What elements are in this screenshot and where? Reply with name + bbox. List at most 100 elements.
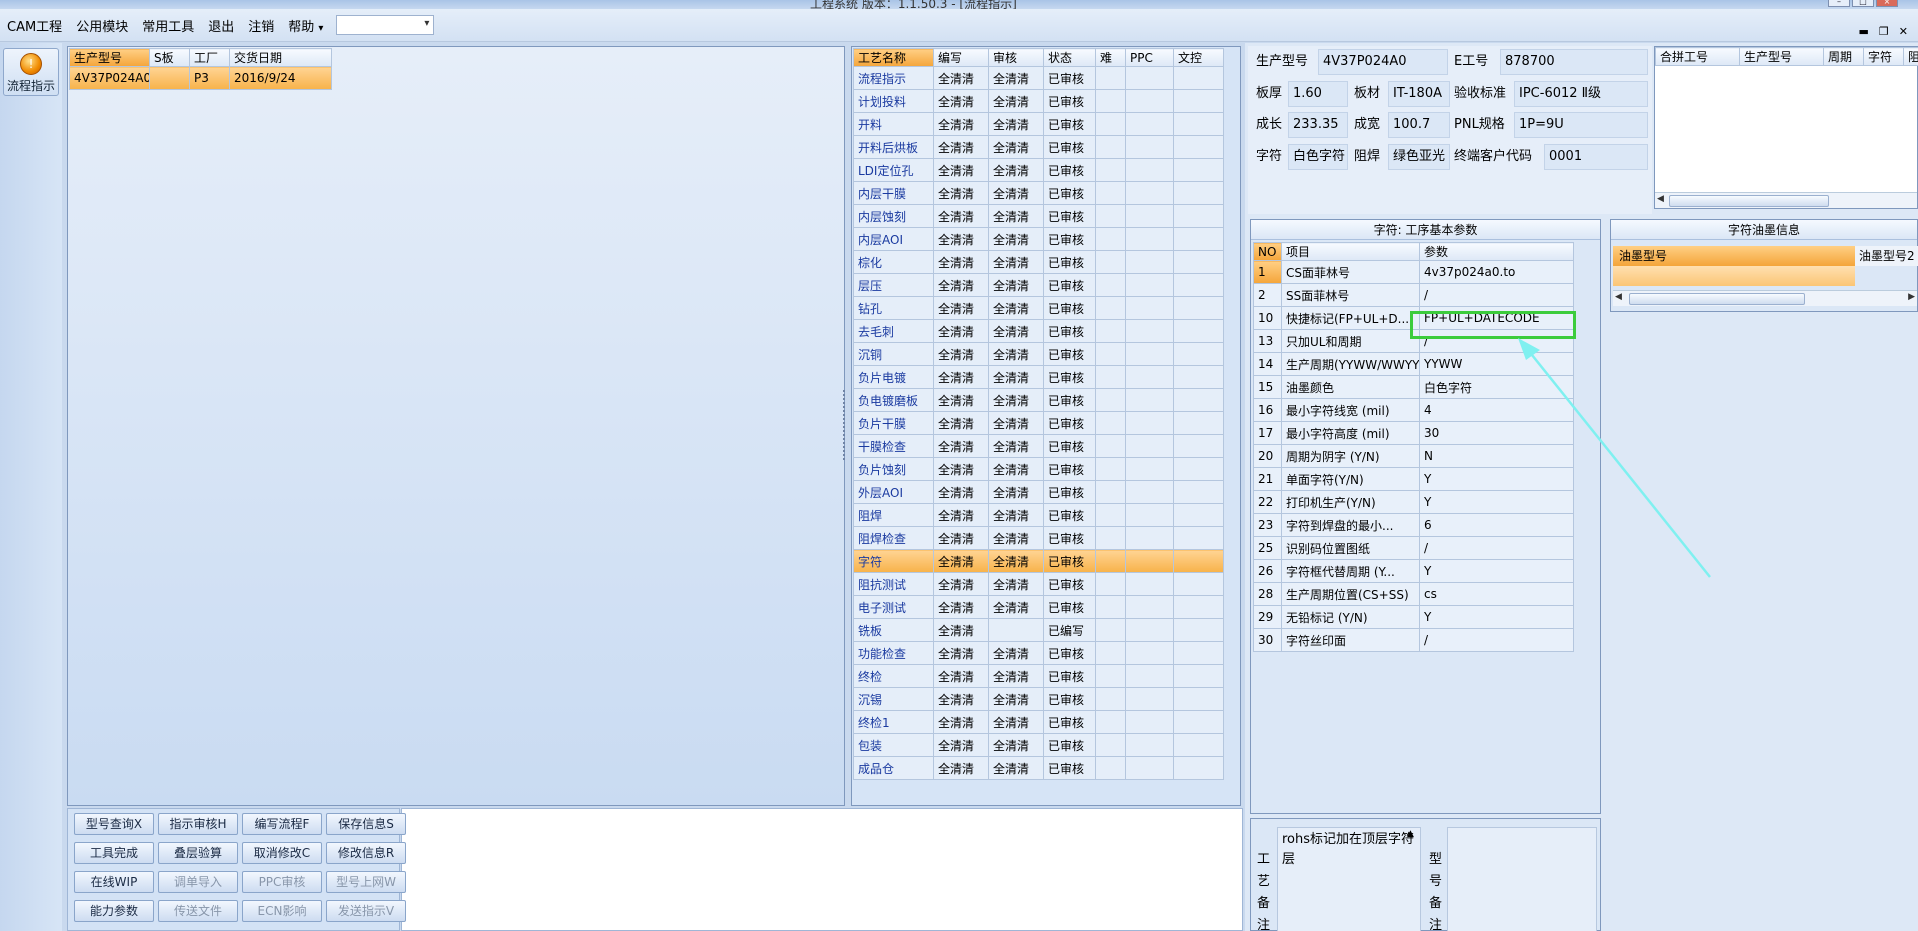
table-row[interactable]: 沉锡 全清清 全清清 已审核 — [853, 687, 1224, 711]
action-button[interactable]: 保存信息S — [326, 813, 406, 835]
col-model[interactable]: 生产型号 — [69, 48, 150, 67]
col-merge-no[interactable]: 合拼工号 — [1655, 47, 1740, 66]
col-delivery-date[interactable]: 交货日期 — [229, 48, 332, 67]
ink-scroll-thumb[interactable] — [1629, 293, 1805, 305]
menu-help[interactable]: 帮助 ▾ — [281, 16, 330, 35]
module-combo[interactable] — [336, 15, 435, 35]
table-row[interactable]: 钻孔 全清清 全清清 已审核 — [853, 296, 1224, 320]
col-process-name[interactable]: 工艺名称 — [853, 48, 934, 67]
merge-scrollbar[interactable]: ◀ — [1655, 192, 1917, 208]
action-button[interactable]: 工具完成 — [74, 842, 154, 864]
table-row[interactable]: 负电镀磨板 全清清 全清清 已审核 — [853, 388, 1224, 412]
table-row[interactable]: 阻焊 全清清 全清清 已审核 — [853, 503, 1224, 527]
nav-flow-button[interactable]: ! 流程指示 — [3, 48, 59, 96]
table-row[interactable]: 计划投料 全清清 全清清 已审核 — [853, 89, 1224, 113]
process-remark-text[interactable]: rohs标记加在顶层字符层 — [1277, 827, 1421, 931]
ink-selected-row[interactable] — [1613, 266, 1855, 286]
field-soldermask[interactable]: 绿色亚光 — [1388, 144, 1450, 170]
table-row[interactable]: 1 CS面菲林号 4v37p024a0.to — [1253, 260, 1574, 284]
menu-tools[interactable]: 常用工具 — [135, 16, 201, 35]
action-button[interactable]: 叠层验算 — [158, 842, 238, 864]
col-factory[interactable]: 工厂 — [189, 48, 230, 67]
scroll-left-icon[interactable]: ◀ — [1657, 194, 1664, 204]
col-merge-cycle[interactable]: 周期 — [1823, 47, 1864, 66]
col-sboard[interactable]: S板 — [149, 48, 190, 67]
col-ink-model[interactable]: 油墨型号 — [1613, 246, 1855, 266]
field-length[interactable]: 233.35 — [1288, 112, 1348, 138]
table-row[interactable]: 终检 全清清 全清清 已审核 — [853, 664, 1224, 688]
field-standard[interactable]: IPC-6012 Ⅱ级 — [1514, 81, 1648, 107]
col-author[interactable]: 编写 — [933, 48, 989, 67]
col-item[interactable]: 项目 — [1281, 242, 1420, 261]
table-row[interactable]: 包装 全清清 全清清 已审核 — [853, 733, 1224, 757]
action-button[interactable]: 指示审核H — [158, 813, 238, 835]
col-merge-silk[interactable]: 字符 — [1863, 47, 1904, 66]
minimize-icon[interactable]: – — [1828, 0, 1850, 7]
action-button[interactable]: 修改信息R — [326, 842, 406, 864]
splitter-handle[interactable] — [843, 390, 847, 460]
mdi-restore-icon[interactable]: ❐ — [1879, 25, 1889, 38]
table-row[interactable]: 内层AOI 全清清 全清清 已审核 — [853, 227, 1224, 251]
scroll-thumb[interactable] — [1669, 195, 1829, 207]
action-button[interactable]: 取消修改C — [242, 842, 322, 864]
ink-scroll-right-icon[interactable]: ▶ — [1908, 292, 1915, 302]
maximize-icon[interactable]: □ — [1852, 0, 1874, 7]
col-difficulty[interactable]: 难 — [1095, 48, 1126, 67]
col-merge-mask[interactable]: 阻焊 — [1903, 47, 1918, 66]
table-row[interactable]: 成品仓 全清清 全清清 已审核 — [853, 756, 1224, 780]
remark-scroll-up-icon[interactable]: ▲ — [1407, 829, 1414, 839]
table-row[interactable]: 终检1 全清清 全清清 已审核 — [853, 710, 1224, 734]
action-button[interactable]: 传送文件 — [158, 900, 238, 922]
table-row[interactable]: 30 字符丝印面 / — [1253, 628, 1574, 652]
action-button[interactable]: 调单导入 — [158, 871, 238, 893]
action-button[interactable]: 在线WIP — [74, 871, 154, 893]
table-row[interactable]: 负片电镀 全清清 全清清 已审核 — [853, 365, 1224, 389]
table-row[interactable]: 阻焊检查 全清清 全清清 已审核 — [853, 526, 1224, 550]
table-row[interactable]: 沉铜 全清清 全清清 已审核 — [853, 342, 1224, 366]
table-row[interactable]: 层压 全清清 全清清 已审核 — [853, 273, 1224, 297]
col-ppc[interactable]: PPC — [1125, 48, 1174, 67]
action-button[interactable]: 编写流程F — [242, 813, 322, 835]
table-row[interactable]: 去毛刺 全清清 全清清 已审核 — [853, 319, 1224, 343]
action-button[interactable]: 型号查询X — [74, 813, 154, 835]
col-merge-model[interactable]: 生产型号 — [1739, 47, 1824, 66]
action-button[interactable]: 型号上网W — [326, 871, 406, 893]
col-ink-model2[interactable]: 油墨型号2 — [1855, 246, 1918, 266]
action-button[interactable]: ECN影响 — [242, 900, 322, 922]
table-row[interactable]: 负片干膜 全清清 全清清 已审核 — [853, 411, 1224, 435]
field-pnl[interactable]: 1P=9U — [1514, 112, 1648, 138]
action-button[interactable]: 能力参数 — [74, 900, 154, 922]
table-row[interactable]: 29 无铅标记 (Y/N) Y — [1253, 605, 1574, 629]
col-no[interactable]: NO — [1253, 242, 1282, 261]
field-model[interactable]: 4V37P024A0 — [1318, 49, 1448, 75]
table-row[interactable]: 4V37P024A0 P3 2016/9/24 — [69, 66, 332, 90]
table-row[interactable]: 字符 全清清 全清清 已审核 — [853, 549, 1224, 573]
menu-public-modules[interactable]: 公用模块 — [69, 16, 135, 35]
ink-scrollbar[interactable]: ◀ ▶ — [1613, 290, 1917, 306]
table-row[interactable]: 流程指示 全清清 全清清 已审核 — [853, 66, 1224, 90]
action-button[interactable]: PPC审核 — [242, 871, 322, 893]
table-row[interactable]: 外层AOI 全清清 全清清 已审核 — [853, 480, 1224, 504]
table-row[interactable]: 负片蚀刻 全清清 全清清 已审核 — [853, 457, 1224, 481]
table-row[interactable]: 功能检查 全清清 全清清 已审核 — [853, 641, 1224, 665]
table-row[interactable]: 开料后烘板 全清清 全清清 已审核 — [853, 135, 1224, 159]
field-material[interactable]: IT-180A — [1388, 81, 1450, 107]
table-row[interactable]: 棕化 全清清 全清清 已审核 — [853, 250, 1224, 274]
table-row[interactable]: 内层干膜 全清清 全清清 已审核 — [853, 181, 1224, 205]
table-row[interactable]: 干膜检查 全清清 全清清 已审核 — [853, 434, 1224, 458]
model-remark-text[interactable] — [1447, 827, 1597, 931]
action-button[interactable]: 发送指示V — [326, 900, 406, 922]
field-thickness[interactable]: 1.60 — [1288, 81, 1348, 107]
table-row[interactable]: 铣板 全清清 已编写 — [853, 618, 1224, 642]
field-silkscreen[interactable]: 白色字符 — [1288, 144, 1348, 170]
col-param[interactable]: 参数 — [1419, 242, 1574, 261]
field-eno[interactable]: 878700 — [1500, 49, 1648, 75]
col-reviewer[interactable]: 审核 — [988, 48, 1044, 67]
mdi-minimize-icon[interactable]: ▬ — [1859, 25, 1869, 38]
close-icon[interactable]: × — [1876, 0, 1898, 7]
table-row[interactable]: 阻抗测试 全清清 全清清 已审核 — [853, 572, 1224, 596]
table-row[interactable]: LDI定位孔 全清清 全清清 已审核 — [853, 158, 1224, 182]
ink-scroll-left-icon[interactable]: ◀ — [1615, 292, 1622, 302]
field-customer-code[interactable]: 0001 — [1544, 144, 1648, 170]
table-row[interactable]: 2 SS面菲林号 / — [1253, 283, 1574, 307]
